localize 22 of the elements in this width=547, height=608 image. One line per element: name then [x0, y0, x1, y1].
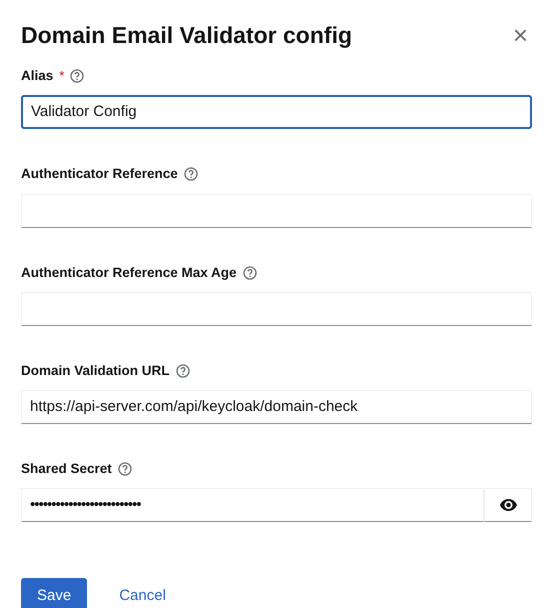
close-button[interactable]: × [508, 22, 532, 48]
input-field[interactable]: https://api-server.com/api/keycloak/domain-check [21, 390, 532, 424]
field-label: Domain Validation URL [21, 362, 170, 380]
help-icon[interactable] [118, 462, 132, 476]
input-field[interactable] [21, 194, 532, 228]
help-icon[interactable] [70, 69, 84, 84]
field-label: Authenticator Reference Max Age [21, 264, 237, 282]
show-password-button[interactable] [484, 488, 532, 522]
dialog-title: Domain Email Validator config [21, 21, 352, 50]
required-mark: * [59, 67, 64, 86]
field-label: Alias [21, 67, 54, 85]
help-icon[interactable] [242, 266, 257, 280]
password-field[interactable]: •••••••••••••••••••••••••• [21, 488, 484, 522]
eye-icon [500, 499, 516, 512]
cancel-button[interactable]: Cancel [103, 578, 182, 608]
field-label: Authenticator Reference [21, 165, 178, 184]
field-label: Shared Secret [21, 460, 112, 478]
save-button[interactable]: Save [21, 578, 88, 608]
input-field[interactable]: Validator Config [21, 95, 532, 130]
help-icon[interactable] [184, 167, 198, 182]
input-field[interactable] [21, 292, 532, 326]
help-icon[interactable] [176, 364, 190, 378]
